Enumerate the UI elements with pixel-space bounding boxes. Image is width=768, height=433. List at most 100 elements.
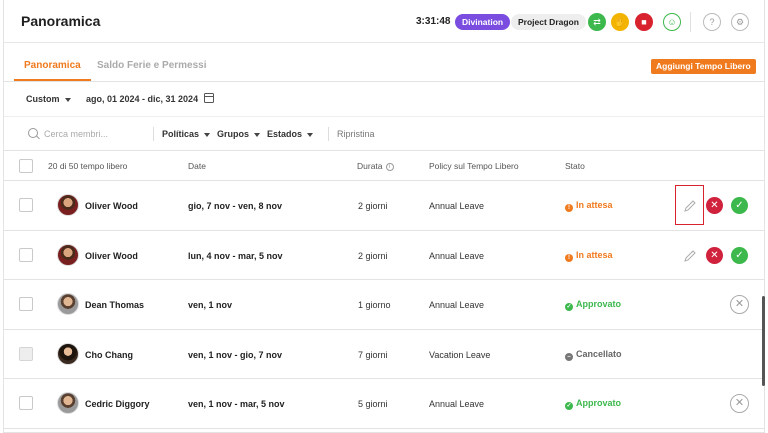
column-date: Date [188, 161, 206, 171]
status-badge: ! In attesa [565, 250, 613, 262]
status-label: In attesa [576, 249, 613, 260]
avatar [57, 194, 79, 216]
transfer-icon[interactable]: ⇄ [588, 13, 606, 31]
timer-clock: 3:31:48 [416, 16, 451, 27]
leave-dates: lun, 4 nov - mar, 5 nov [188, 250, 283, 261]
leave-policy: Annual Leave [429, 201, 485, 211]
date-range-bar: Custom ago, 01 2024 - dic, 31 2024 [4, 82, 764, 117]
divider [690, 12, 691, 32]
table-row: Cedric Diggory ven, 1 nov - mar, 5 nov 5… [4, 379, 764, 429]
avatar [57, 293, 79, 315]
app-window: Panoramica 3:31:48 Divination Project Dr… [3, 0, 765, 433]
leave-duration: 2 giorni [358, 201, 388, 211]
row-checkbox [19, 346, 33, 361]
leave-policy: Vacation Leave [429, 349, 491, 360]
table-row: Cho Chang ven, 1 nov - gio, 7 nov 7 gior… [4, 330, 764, 379]
divider [153, 127, 154, 141]
status-badge: ! In attesa [565, 200, 613, 212]
leave-duration: 2 giorni [358, 250, 388, 261]
cancel-leave-button[interactable]: ✕ [730, 394, 749, 413]
leave-dates: ven, 1 nov - mar, 5 nov [188, 399, 285, 409]
range-preset-label: Custom [26, 94, 60, 104]
avatar [57, 342, 79, 365]
settings-icon[interactable]: ⚙ [731, 13, 749, 31]
chevron-down-icon [204, 132, 211, 137]
date-range-text[interactable]: ago, 01 2024 - dic, 31 2024 [86, 94, 198, 104]
edit-pencil-icon[interactable] [682, 248, 698, 264]
status-label: Cancellato [576, 348, 622, 359]
user-icon[interactable]: ☺ [663, 13, 681, 31]
column-status: Stato [565, 161, 585, 171]
row-checkbox[interactable] [19, 396, 33, 410]
table-row: Oliver Wood lun, 4 nov - mar, 5 nov 2 gi… [4, 231, 764, 280]
policies-filter-label: Políticas [162, 129, 200, 139]
leave-dates: ven, 1 nov - gio, 7 nov [188, 349, 283, 360]
row-checkbox[interactable] [19, 198, 33, 212]
chevron-down-icon [307, 132, 314, 137]
column-duration-label: Durata [357, 161, 383, 171]
range-preset-select[interactable]: Custom [26, 94, 71, 104]
leave-duration: 7 giorni [358, 349, 388, 360]
tab-panoramica[interactable]: Panoramica [14, 60, 91, 81]
add-time-off-button[interactable]: Aggiungi Tempo Libero [651, 59, 756, 74]
column-policy: Policy sul Tempo Libero [429, 161, 519, 171]
status-badge: – Cancellato [565, 349, 622, 361]
leave-dates: ven, 1 nov [188, 300, 233, 310]
table-row: Dean Thomas ven, 1 nov 1 giorno Annual L… [4, 280, 764, 330]
reset-filters-button[interactable]: Ripristina [337, 129, 375, 139]
filter-bar: Políticas Grupos Estados Ripristina [4, 117, 764, 151]
pending-icon: ! [565, 253, 573, 262]
status-badge: ✓ Approvato [565, 398, 621, 410]
calendar-icon[interactable] [204, 93, 214, 103]
workspace-pill[interactable]: Divination [455, 14, 511, 30]
approve-button[interactable]: ✓ [731, 246, 748, 264]
chevron-down-icon [64, 97, 71, 102]
tab-saldo-ferie[interactable]: Saldo Ferie e Permessi [97, 60, 207, 71]
avatar [57, 243, 79, 266]
status-badge: ✓ Approvato [565, 299, 621, 311]
cancelled-icon: – [565, 352, 573, 361]
table-row: Oliver Wood gio, 7 nov - ven, 8 nov 2 gi… [4, 181, 764, 231]
scrollbar[interactable] [762, 296, 765, 386]
status-label: Approvato [576, 299, 621, 309]
select-all-checkbox[interactable] [19, 159, 33, 173]
search-input[interactable] [44, 126, 144, 142]
states-filter-label: Estados [267, 129, 303, 139]
states-filter[interactable]: Estados [267, 129, 314, 139]
avatar [57, 392, 79, 414]
project-pill[interactable]: Project Dragon [511, 14, 586, 30]
help-icon[interactable]: ? [703, 13, 721, 31]
leave-dates: gio, 7 nov - ven, 8 nov [188, 201, 283, 211]
edit-pencil-icon[interactable] [682, 198, 698, 214]
cancel-leave-button[interactable]: ✕ [730, 295, 749, 314]
leave-policy: Annual Leave [429, 399, 485, 409]
member-name: Oliver Wood [85, 250, 138, 261]
row-checkbox[interactable] [19, 297, 33, 311]
top-bar: Panoramica 3:31:48 Divination Project Dr… [4, 0, 764, 43]
column-count: 20 di 50 tempo libero [48, 161, 128, 171]
row-checkbox[interactable] [19, 247, 33, 262]
divider [328, 127, 329, 141]
reject-button[interactable]: ✕ [706, 197, 723, 214]
member-name: Dean Thomas [85, 300, 145, 310]
member-name: Cedric Diggory [85, 399, 150, 409]
page-title: Panoramica [21, 13, 101, 29]
stop-icon[interactable]: ■ [635, 13, 653, 31]
approve-button[interactable]: ✓ [731, 197, 748, 214]
policies-filter[interactable]: Políticas [162, 129, 211, 139]
info-icon[interactable]: i [385, 162, 394, 171]
hand-icon[interactable]: ✋ [611, 13, 629, 31]
reject-button[interactable]: ✕ [706, 246, 723, 264]
table-header: 20 di 50 tempo libero Date Durata i Polic… [4, 151, 764, 181]
leave-duration: 1 giorno [358, 300, 391, 310]
groups-filter[interactable]: Grupos [217, 129, 261, 139]
pending-icon: ! [565, 204, 573, 212]
check-icon: ✓ [565, 402, 573, 410]
leave-policy: Annual Leave [429, 300, 485, 310]
status-label: Approvato [576, 398, 621, 408]
leave-policy: Annual Leave [429, 250, 485, 261]
column-duration: Durata i [357, 161, 394, 171]
check-icon: ✓ [565, 303, 573, 311]
member-name: Cho Chang [85, 349, 133, 360]
status-label: In attesa [576, 200, 613, 210]
